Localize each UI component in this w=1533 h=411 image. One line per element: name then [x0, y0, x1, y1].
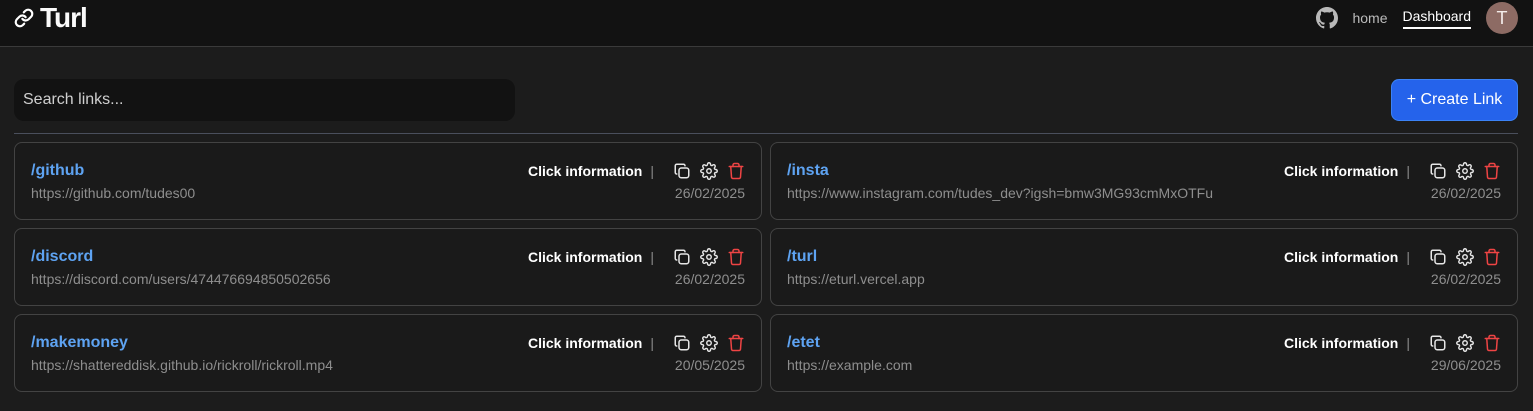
trash-delete-icon[interactable]	[727, 162, 745, 180]
create-link-button[interactable]: + Create Link	[1391, 79, 1518, 121]
links-grid: /github https://github.com/tudes00 Click…	[14, 142, 1518, 392]
trash-delete-icon[interactable]	[1483, 248, 1501, 266]
nav-home-link[interactable]: home	[1352, 9, 1387, 27]
click-information-label[interactable]: Click information	[1284, 249, 1398, 265]
link-slug[interactable]: /github	[31, 162, 84, 180]
trash-delete-icon[interactable]	[727, 248, 745, 266]
settings-gear-icon[interactable]	[700, 162, 718, 180]
link-actions: Click information |	[1284, 160, 1501, 182]
click-information-label[interactable]: Click information	[1284, 163, 1398, 179]
link-slug[interactable]: /makemoney	[31, 334, 128, 352]
link-destination-url: https://eturl.vercel.app	[787, 271, 925, 287]
divider	[14, 133, 1518, 134]
actions-separator: |	[1406, 335, 1410, 351]
trash-delete-icon[interactable]	[1483, 162, 1501, 180]
settings-gear-icon[interactable]	[1456, 248, 1474, 266]
link-card: /insta https://www.instagram.com/tudes_d…	[770, 142, 1518, 220]
link-destination-url: https://discord.com/users/47447669485050…	[31, 271, 331, 287]
actions-separator: |	[1406, 163, 1410, 179]
actions-separator: |	[650, 335, 654, 351]
click-information-label[interactable]: Click information	[528, 335, 642, 351]
link-actions: Click information |	[528, 160, 745, 182]
link-card: /makemoney https://shattereddisk.github.…	[14, 314, 762, 392]
copy-icon[interactable]	[673, 334, 691, 352]
copy-icon[interactable]	[673, 248, 691, 266]
settings-gear-icon[interactable]	[1456, 162, 1474, 180]
copy-icon[interactable]	[673, 162, 691, 180]
link-actions: Click information |	[1284, 332, 1501, 354]
github-icon[interactable]	[1316, 7, 1339, 29]
link-card: /turl https://eturl.vercel.app Click inf…	[770, 228, 1518, 306]
link-actions: Click information |	[528, 332, 745, 354]
copy-icon[interactable]	[1429, 162, 1447, 180]
link-created-date: 26/02/2025	[674, 185, 745, 201]
top-navbar: Turl home Dashboard T	[0, 0, 1533, 47]
link-icon	[14, 8, 34, 28]
actions-separator: |	[650, 163, 654, 179]
settings-gear-icon[interactable]	[700, 248, 718, 266]
click-information-label[interactable]: Click information	[1284, 335, 1398, 351]
link-created-date: 26/02/2025	[1430, 185, 1501, 201]
link-destination-url: https://www.instagram.com/tudes_dev?igsh…	[787, 185, 1213, 201]
actions-separator: |	[650, 249, 654, 265]
link-slug[interactable]: /etet	[787, 334, 820, 352]
link-slug[interactable]: /turl	[787, 248, 817, 266]
trash-delete-icon[interactable]	[727, 334, 745, 352]
link-card: /discord https://discord.com/users/47447…	[14, 228, 762, 306]
link-created-date: 29/06/2025	[1430, 357, 1501, 373]
link-slug[interactable]: /insta	[787, 162, 829, 180]
link-created-date: 20/05/2025	[674, 357, 745, 373]
link-destination-url: https://example.com	[787, 357, 913, 373]
link-created-date: 26/02/2025	[1430, 271, 1501, 287]
brand[interactable]: Turl	[14, 2, 88, 33]
search-input[interactable]	[14, 79, 515, 121]
nav-dashboard-link[interactable]: Dashboard	[1402, 7, 1471, 29]
settings-gear-icon[interactable]	[1456, 334, 1474, 352]
settings-gear-icon[interactable]	[700, 334, 718, 352]
nav-menu: home Dashboard T	[1316, 2, 1518, 34]
link-card: /github https://github.com/tudes00 Click…	[14, 142, 762, 220]
link-slug[interactable]: /discord	[31, 248, 93, 266]
link-card: /etet https://example.com Click informat…	[770, 314, 1518, 392]
trash-delete-icon[interactable]	[1483, 334, 1501, 352]
link-actions: Click information |	[528, 246, 745, 268]
copy-icon[interactable]	[1429, 334, 1447, 352]
avatar[interactable]: T	[1486, 2, 1518, 34]
click-information-label[interactable]: Click information	[528, 249, 642, 265]
link-created-date: 26/02/2025	[674, 271, 745, 287]
link-destination-url: https://github.com/tudes00	[31, 185, 196, 201]
actions-separator: |	[1406, 249, 1410, 265]
link-destination-url: https://shattereddisk.github.io/rickroll…	[31, 357, 333, 373]
click-information-label[interactable]: Click information	[528, 163, 642, 179]
app-name: Turl	[40, 2, 88, 33]
link-actions: Click information |	[1284, 246, 1501, 268]
copy-icon[interactable]	[1429, 248, 1447, 266]
